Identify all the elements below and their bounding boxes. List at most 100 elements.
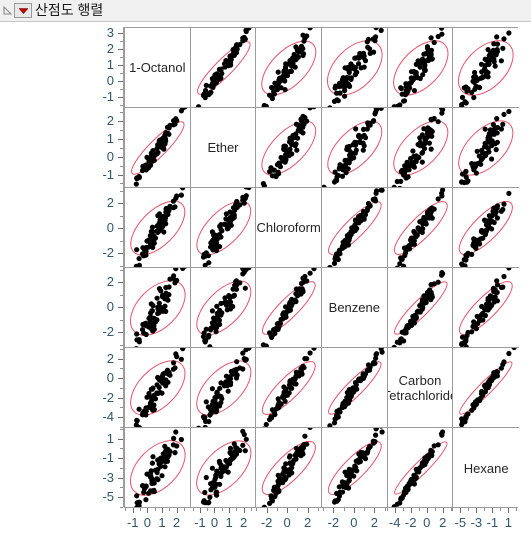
matrix-scatter-cell-r5-c6[interactable]	[453, 348, 519, 428]
matrix-scatter-cell-r5-c3[interactable]	[256, 348, 322, 428]
y-tick-label: 2	[106, 350, 114, 366]
matrix-scatter-cell-r6-c4[interactable]	[322, 428, 388, 508]
y-minor-tick	[120, 57, 123, 58]
matrix-scatter-cell-r4-c3[interactable]	[256, 268, 322, 348]
matrix-diagonal-label-3[interactable]: Chloroform	[256, 188, 322, 268]
variable-name-label: Hexane	[463, 460, 509, 476]
matrix-scatter-cell-r2-c6[interactable]	[453, 108, 519, 188]
matrix-scatter-cell-r6-c5[interactable]	[387, 428, 454, 508]
y-axis-line	[123, 187, 124, 267]
y-minor-tick	[120, 139, 123, 140]
x-minor-tick	[460, 508, 461, 511]
x-minor-tick	[214, 508, 215, 511]
x-minor-tick	[140, 508, 141, 511]
y-tick-label: 2	[106, 41, 114, 57]
x-minor-tick	[251, 508, 252, 511]
matrix-scatter-cell-r4-c1[interactable]	[125, 268, 191, 348]
y-minor-tick	[120, 487, 123, 488]
x-tick-label: 1	[504, 515, 512, 530]
y-tick-label: -2	[102, 245, 114, 261]
y-minor-tick	[120, 320, 123, 321]
matrix-diagonal-label-6[interactable]: Hexane	[453, 428, 519, 508]
x-minor-tick	[287, 508, 288, 511]
matrix-scatter-cell-r1-c6[interactable]	[453, 28, 519, 108]
y-minor-tick	[120, 105, 123, 106]
y-minor-tick	[120, 175, 123, 176]
x-minor-tick	[344, 508, 345, 511]
y-minor-tick	[120, 407, 123, 408]
y-minor-tick	[120, 359, 123, 360]
x-minor-tick	[155, 508, 156, 511]
matrix-scatter-cell-r4-c2[interactable]	[190, 268, 257, 348]
y-minor-tick	[120, 81, 123, 82]
x-minor-tick	[125, 508, 126, 511]
x-minor-tick	[193, 508, 194, 511]
x-minor-tick	[435, 508, 436, 511]
y-minor-tick	[120, 191, 123, 192]
matrix-scatter-cell-r3-c4[interactable]	[322, 188, 388, 268]
matrix-scatter-cell-r4-c6[interactable]	[453, 268, 519, 348]
matrix-scatter-cell-r3-c5[interactable]	[387, 188, 454, 268]
y-minor-tick	[120, 439, 123, 440]
y-axis-line	[123, 347, 124, 427]
matrix-scatter-cell-r2-c5[interactable]	[387, 108, 454, 188]
y-minor-tick	[120, 130, 123, 131]
y-tick-label: 2	[106, 195, 114, 211]
y-axis-line	[123, 27, 124, 107]
matrix-scatter-cell-r2-c3[interactable]	[256, 108, 322, 188]
x-minor-tick	[333, 508, 334, 511]
matrix-scatter-cell-r6-c3[interactable]	[256, 428, 322, 508]
y-axis-line	[123, 427, 124, 507]
y-tick-label: 1	[106, 430, 114, 446]
scatterplot-matrix: 1-Octanol Ether Chloroform Benzene CarbonTet…	[124, 27, 519, 508]
x-minor-tick	[277, 508, 278, 511]
y-tick-label: 2	[106, 274, 114, 289]
matrix-diagonal-label-2[interactable]: Ether	[190, 108, 257, 188]
y-tick-label: 3	[106, 25, 114, 41]
matrix-scatter-cell-r5-c1[interactable]	[125, 348, 191, 428]
matrix-scatter-cell-r1-c2[interactable]	[190, 28, 257, 108]
y-minor-tick	[120, 148, 123, 149]
x-minor-tick	[229, 508, 230, 511]
matrix-diagonal-label-1[interactable]: 1-Octanol	[125, 28, 191, 108]
matrix-scatter-cell-r1-c4[interactable]	[322, 28, 388, 108]
x-minor-tick	[354, 508, 355, 511]
x-minor-tick	[364, 508, 365, 511]
triangle-collapse-icon[interactable]	[0, 0, 14, 21]
matrix-scatter-cell-r6-c1[interactable]	[125, 428, 191, 508]
x-minor-tick	[267, 508, 268, 511]
matrix-diagonal-label-4[interactable]: Benzene	[322, 268, 388, 348]
y-tick-label: -2	[102, 389, 114, 405]
matrix-scatter-cell-r3-c1[interactable]	[125, 188, 191, 268]
matrix-scatter-cell-r1-c5[interactable]	[387, 28, 454, 108]
x-minor-tick	[385, 508, 386, 511]
y-axis-line	[123, 107, 124, 187]
matrix-scatter-cell-r5-c4[interactable]	[322, 348, 388, 428]
y-tick-label: -1	[102, 166, 114, 182]
x-minor-tick	[308, 508, 309, 511]
matrix-scatter-cell-r3-c2[interactable]	[190, 188, 257, 268]
matrix-scatter-cell-r6-c2[interactable]	[190, 428, 257, 508]
y-minor-tick	[120, 417, 123, 418]
variable-name-label: Chloroform	[256, 220, 321, 235]
y-minor-tick	[120, 468, 123, 469]
y-tick-label: -3	[102, 469, 114, 485]
matrix-diagonal-label-5[interactable]: CarbonTetrachloride	[387, 348, 454, 428]
matrix-scatter-cell-r5-c2[interactable]	[190, 348, 257, 428]
x-minor-tick	[484, 508, 485, 511]
matrix-scatter-cell-r2-c4[interactable]	[322, 108, 388, 188]
matrix-scatter-cell-r2-c1[interactable]	[125, 108, 191, 188]
matrix-scatter-cell-r4-c5[interactable]	[387, 268, 454, 348]
y-minor-tick	[120, 295, 123, 296]
x-minor-tick	[318, 508, 319, 511]
y-minor-tick	[120, 349, 123, 350]
matrix-scatter-cell-r1-c3[interactable]	[256, 28, 322, 108]
matrix-scatter-cell-r3-c6[interactable]	[453, 188, 519, 268]
x-minor-tick	[297, 508, 298, 511]
red-dropdown-triangle-icon[interactable]	[14, 3, 32, 18]
y-minor-tick	[120, 228, 123, 229]
x-minor-tick	[508, 508, 509, 511]
y-minor-tick	[120, 478, 123, 479]
x-axis-line	[255, 507, 321, 508]
x-minor-tick	[169, 508, 170, 511]
